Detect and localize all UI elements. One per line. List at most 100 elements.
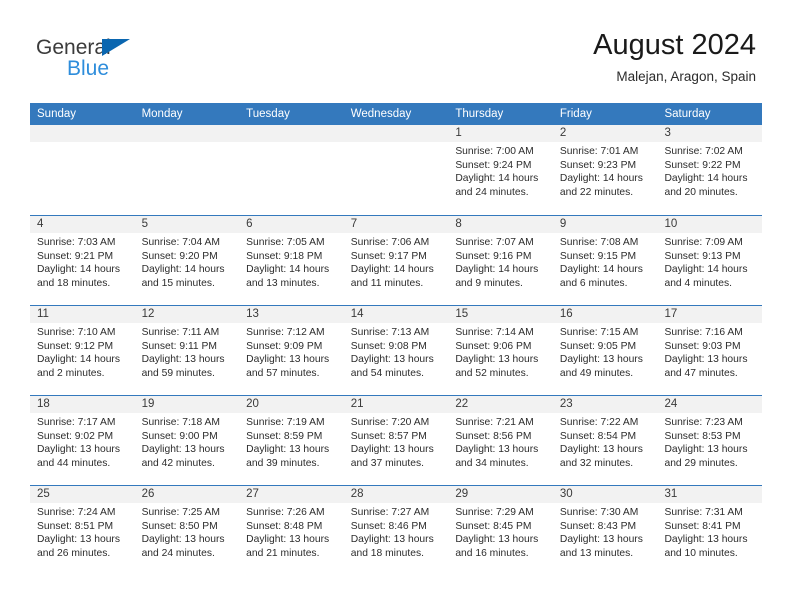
day-details: Sunrise: 7:06 AM Sunset: 9:17 PM Daylight:… [344, 233, 449, 290]
calendar-day-cell[interactable]: 21 Sunrise: 7:20 AM Sunset: 8:57 PM Dayligh… [343, 396, 449, 485]
calendar-day-cell[interactable]: 15 Sunrise: 7:14 AM Sunset: 9:06 PM Dayligh… [448, 306, 553, 395]
sunrise-text: Sunrise: 7:10 AM [37, 327, 116, 338]
calendar-day-cell[interactable]: 19 Sunrise: 7:18 AM Sunset: 9:00 PM Dayligh… [134, 396, 240, 485]
daylight-text: Daylight: 13 hours and 47 minutes. [664, 354, 748, 379]
daylight-text: Daylight: 13 hours and 34 minutes. [455, 444, 539, 469]
calendar-day-cell[interactable]: 14 Sunrise: 7:13 AM Sunset: 9:08 PM Dayligh… [343, 306, 449, 395]
day-number: 14 [343, 306, 449, 323]
calendar-day-cell[interactable]: 11 Sunrise: 7:10 AM Sunset: 9:12 PM Dayligh… [30, 306, 135, 395]
day-details: Sunrise: 7:22 AM Sunset: 8:54 PM Daylight:… [553, 413, 658, 470]
calendar-day-cell[interactable]: 24 Sunrise: 7:23 AM Sunset: 8:53 PM Dayligh… [657, 396, 763, 485]
calendar-day-cell[interactable]: 12 Sunrise: 7:11 AM Sunset: 9:11 PM Dayligh… [134, 306, 240, 395]
calendar-day-cell[interactable]: 29 Sunrise: 7:29 AM Sunset: 8:45 PM Dayligh… [448, 486, 553, 575]
day-number [239, 125, 344, 142]
calendar-empty-cell [343, 125, 449, 215]
day-details: Sunrise: 7:05 AM Sunset: 9:18 PM Daylight:… [239, 233, 344, 290]
sunset-text: Sunset: 8:54 PM [559, 430, 637, 442]
sunrise-text: Sunrise: 7:21 AM [455, 417, 534, 428]
sunrise-text: Sunrise: 7:29 AM [455, 507, 534, 518]
weekday-header-saturday: Saturday [664, 108, 711, 120]
calendar-day-cell[interactable]: 30 Sunrise: 7:30 AM Sunset: 8:43 PM Dayligh… [552, 486, 658, 575]
sunset-text: Sunset: 9:18 PM [246, 250, 323, 262]
daylight-text: Daylight: 13 hours and 18 minutes. [350, 534, 434, 559]
calendar-day-cell[interactable]: 16 Sunrise: 7:15 AM Sunset: 9:05 PM Dayligh… [552, 306, 658, 395]
day-details: Sunrise: 7:30 AM Sunset: 8:43 PM Daylight:… [553, 503, 658, 560]
calendar-week-row: 1 Sunrise: 7:00 AM Sunset: 9:24 PM Daylight… [30, 125, 763, 215]
daylight-text: Daylight: 13 hours and 29 minutes. [664, 444, 748, 469]
day-number: 10 [657, 216, 763, 233]
daylight-text: Daylight: 13 hours and 37 minutes. [350, 444, 434, 469]
calendar-day-cell[interactable]: 27 Sunrise: 7:26 AM Sunset: 8:48 PM Dayligh… [239, 486, 344, 575]
day-details: Sunrise: 7:14 AM Sunset: 9:06 PM Daylight:… [448, 323, 553, 380]
day-details: Sunrise: 7:27 AM Sunset: 8:46 PM Daylight:… [344, 503, 449, 560]
day-details: Sunrise: 7:12 AM Sunset: 9:09 PM Daylight:… [239, 323, 344, 380]
day-number: 1 [448, 125, 553, 142]
sunset-text: Sunset: 9:15 PM [559, 250, 637, 262]
daylight-text: Daylight: 14 hours and 4 minutes. [664, 264, 748, 289]
brand-name-blue: Blue [67, 57, 110, 80]
sunrise-text: Sunrise: 7:15 AM [559, 327, 639, 338]
day-details: Sunrise: 7:03 AM Sunset: 9:21 PM Daylight:… [30, 233, 135, 290]
calendar-day-cell[interactable]: 1 Sunrise: 7:00 AM Sunset: 9:24 PM Daylight… [448, 125, 553, 215]
daylight-text: Daylight: 14 hours and 13 minutes. [246, 264, 330, 289]
calendar-day-cell[interactable]: 26 Sunrise: 7:25 AM Sunset: 8:50 PM Dayligh… [134, 486, 240, 575]
calendar-day-cell[interactable]: 7 Sunrise: 7:06 AM Sunset: 9:17 PM Daylight… [343, 216, 449, 305]
calendar-day-cell[interactable]: 2 Sunrise: 7:01 AM Sunset: 9:23 PM Daylight… [552, 125, 658, 215]
calendar-day-cell[interactable]: 20 Sunrise: 7:19 AM Sunset: 8:59 PM Dayligh… [239, 396, 344, 485]
sunset-text: Sunset: 9:08 PM [350, 340, 427, 352]
calendar-day-cell[interactable]: 3 Sunrise: 7:02 AM Sunset: 9:22 PM Daylight… [657, 125, 763, 215]
calendar-day-cell[interactable]: 28 Sunrise: 7:27 AM Sunset: 8:46 PM Dayligh… [343, 486, 449, 575]
calendar-day-cell[interactable]: 10 Sunrise: 7:09 AM Sunset: 9:13 PM Dayligh… [657, 216, 763, 305]
day-details: Sunrise: 7:01 AM Sunset: 9:23 PM Daylight:… [553, 142, 658, 199]
sunset-text: Sunset: 9:20 PM [141, 250, 218, 262]
weekday-header-wednesday: Wednesday [350, 108, 412, 120]
sunset-text: Sunset: 9:02 PM [37, 430, 114, 442]
triangle-icon [102, 39, 130, 56]
page-title: August 2024 [593, 29, 756, 61]
sunset-text: Sunset: 8:53 PM [664, 430, 741, 442]
day-number: 13 [239, 306, 344, 323]
day-number: 30 [552, 486, 658, 503]
daylight-text: Daylight: 14 hours and 22 minutes. [559, 173, 643, 198]
sunset-text: Sunset: 9:13 PM [664, 250, 741, 262]
day-number: 15 [448, 306, 553, 323]
day-details: Sunrise: 7:00 AM Sunset: 9:24 PM Daylight:… [448, 142, 553, 199]
sunrise-text: Sunrise: 7:24 AM [37, 507, 116, 518]
weekday-header-sunday: Sunday [37, 108, 77, 120]
calendar-week-row: 4 Sunrise: 7:03 AM Sunset: 9:21 PM Daylight… [30, 215, 763, 305]
daylight-text: Daylight: 13 hours and 59 minutes. [141, 354, 225, 379]
calendar-day-cell[interactable]: 17 Sunrise: 7:16 AM Sunset: 9:03 PM Dayligh… [657, 306, 763, 395]
day-number: 31 [657, 486, 763, 503]
calendar-day-cell[interactable]: 31 Sunrise: 7:31 AM Sunset: 8:41 PM Dayligh… [657, 486, 763, 575]
day-number: 16 [552, 306, 658, 323]
day-number: 25 [30, 486, 135, 503]
calendar-day-cell[interactable]: 18 Sunrise: 7:17 AM Sunset: 9:02 PM Dayligh… [30, 396, 135, 485]
calendar-day-cell[interactable]: 4 Sunrise: 7:03 AM Sunset: 9:21 PM Daylight… [30, 216, 135, 305]
page-subtitle: Malejan, Aragon, Spain [616, 69, 756, 84]
sunset-text: Sunset: 8:51 PM [37, 520, 114, 532]
calendar-day-cell[interactable]: 9 Sunrise: 7:08 AM Sunset: 9:15 PM Daylight… [552, 216, 658, 305]
day-details: Sunrise: 7:25 AM Sunset: 8:50 PM Daylight:… [135, 503, 240, 560]
calendar-day-cell[interactable]: 22 Sunrise: 7:21 AM Sunset: 8:56 PM Dayligh… [448, 396, 553, 485]
calendar-day-cell[interactable]: 5 Sunrise: 7:04 AM Sunset: 9:20 PM Daylight… [134, 216, 240, 305]
calendar-day-cell[interactable]: 23 Sunrise: 7:22 AM Sunset: 8:54 PM Dayligh… [552, 396, 658, 485]
calendar-day-cell[interactable]: 6 Sunrise: 7:05 AM Sunset: 9:18 PM Daylight… [239, 216, 344, 305]
calendar-day-cell[interactable]: 13 Sunrise: 7:12 AM Sunset: 9:09 PM Dayligh… [239, 306, 344, 395]
sunrise-text: Sunrise: 7:08 AM [559, 237, 639, 248]
daylight-text: Daylight: 14 hours and 18 minutes. [37, 264, 120, 289]
calendar-day-cell[interactable]: 8 Sunrise: 7:07 AM Sunset: 9:16 PM Daylight… [448, 216, 553, 305]
sunset-text: Sunset: 9:22 PM [664, 159, 741, 171]
daylight-text: Daylight: 13 hours and 32 minutes. [559, 444, 643, 469]
brand-logo[interactable]: General Blue [36, 36, 236, 84]
daylight-text: Daylight: 13 hours and 39 minutes. [246, 444, 330, 469]
day-number: 20 [239, 396, 344, 413]
day-details: Sunrise: 7:19 AM Sunset: 8:59 PM Daylight:… [239, 413, 344, 470]
calendar-page: General Blue August 2024 Malejan, Aragon… [0, 0, 792, 612]
day-number [134, 125, 240, 142]
calendar-day-cell[interactable]: 25 Sunrise: 7:24 AM Sunset: 8:51 PM Dayligh… [30, 486, 135, 575]
calendar-week-row: 18 Sunrise: 7:17 AM Sunset: 9:02 PM Dayligh… [30, 395, 763, 485]
calendar-empty-cell [30, 125, 135, 215]
sunrise-text: Sunrise: 7:00 AM [455, 146, 534, 157]
daylight-text: Daylight: 14 hours and 6 minutes. [559, 264, 643, 289]
sunrise-text: Sunrise: 7:03 AM [37, 237, 116, 248]
